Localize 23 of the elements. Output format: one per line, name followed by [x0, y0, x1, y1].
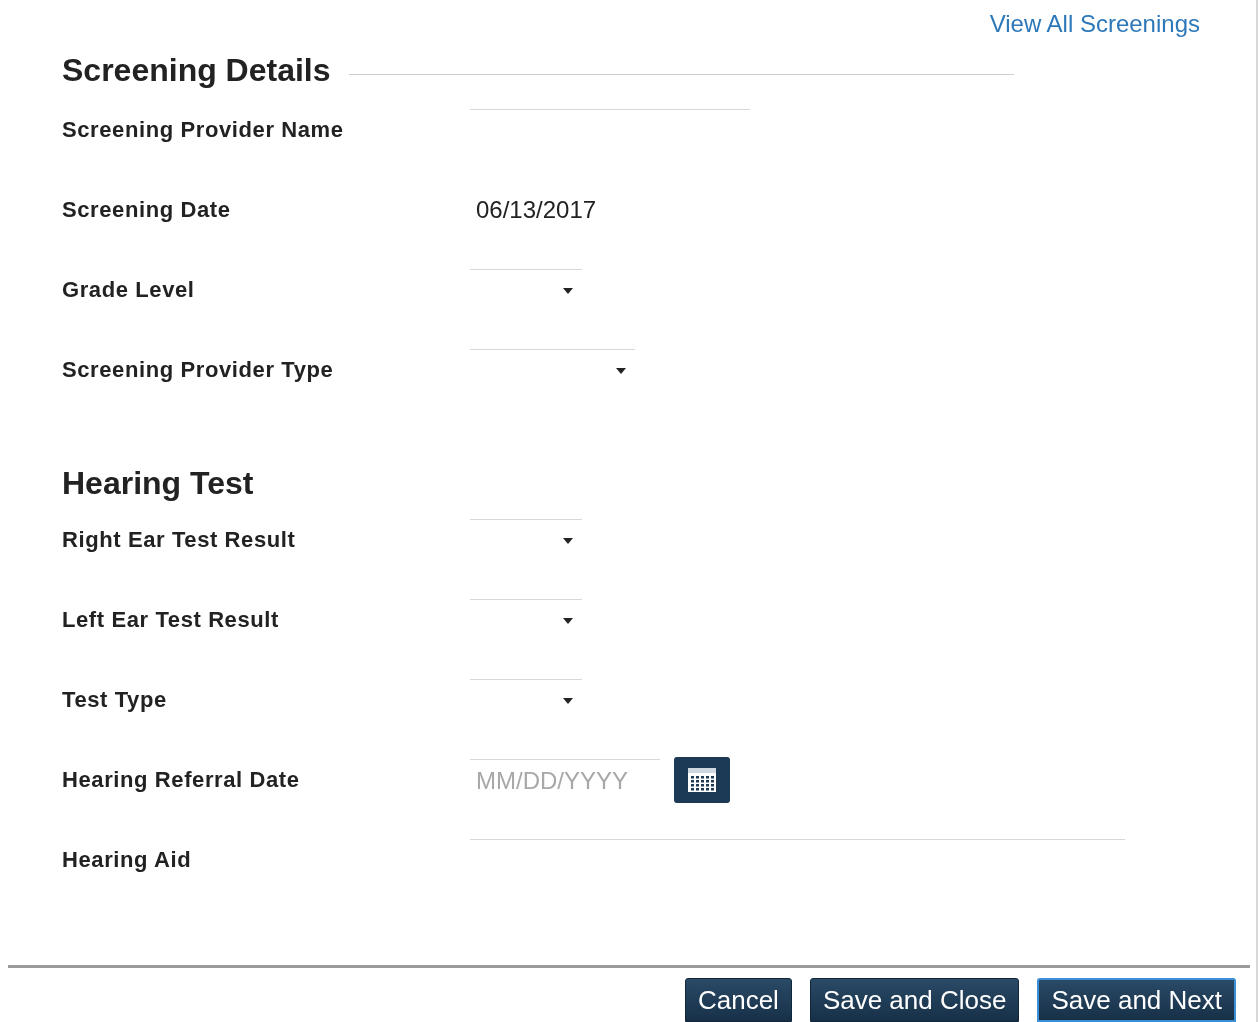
calendar-button[interactable]	[674, 757, 730, 803]
date-value: 06/13/2017	[475, 196, 598, 224]
field-label: Test Type	[62, 687, 168, 713]
field-label: Right Ear Test Result	[62, 527, 297, 553]
field-label: Screening Date	[62, 197, 232, 223]
field-label: Hearing Aid	[62, 847, 193, 873]
section-heading: Hearing Test	[62, 465, 254, 502]
caret-icon	[562, 616, 574, 625]
caret-icon	[562, 536, 574, 545]
view-all-link[interactable]: View All Screenings	[989, 10, 1200, 38]
action-button[interactable]: Save and Close	[809, 978, 1020, 1022]
field-label: Hearing Referral Date	[62, 767, 301, 793]
field-label: Grade Level	[62, 277, 196, 303]
action-button[interactable]: Cancel	[684, 978, 792, 1022]
field-label: Screening Provider Name	[62, 117, 345, 143]
caret-icon	[562, 286, 574, 295]
field-label: Left Ear Test Result	[62, 607, 280, 633]
action-button[interactable]: Save and Next	[1037, 978, 1236, 1022]
caret-icon	[615, 366, 627, 375]
calendar-icon	[687, 767, 717, 793]
field-label: Screening Provider Type	[62, 357, 335, 383]
caret-icon	[562, 696, 574, 705]
section-heading: Screening Details	[62, 51, 331, 89]
